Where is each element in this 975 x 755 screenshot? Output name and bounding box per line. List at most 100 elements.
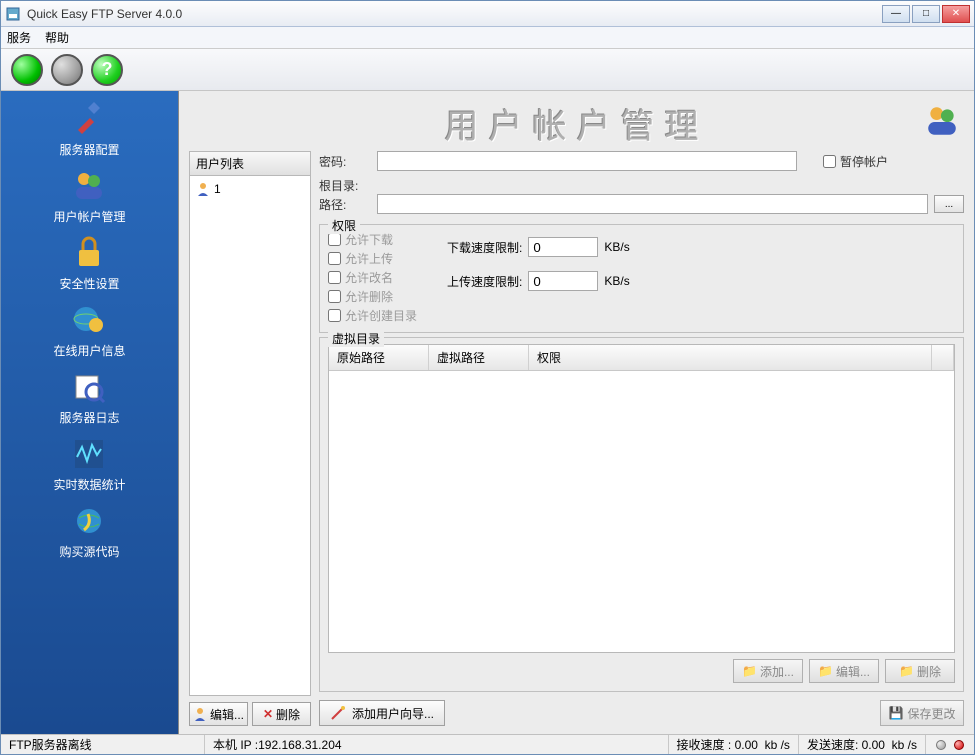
suspend-checkbox-input[interactable] [823, 155, 836, 168]
add-user-wizard-button[interactable]: 添加用户向导... [319, 700, 445, 726]
permissions-legend: 权限 [328, 217, 360, 234]
speed-unit: KB/s [604, 240, 629, 254]
wrench-icon [71, 101, 107, 137]
vdir-col-perm[interactable]: 权限 [529, 345, 932, 370]
status-tx: 发送速度: 0.00 kb /s [799, 735, 926, 754]
save-changes-button[interactable]: 💾 保存更改 [880, 700, 964, 726]
sidebar-item-realtime-stats[interactable]: 实时数据统计 [53, 436, 125, 493]
button-label: 添加用户向导... [352, 705, 434, 722]
vdir-col-virt[interactable]: 虚拟路径 [429, 345, 529, 370]
sidebar-item-server-config[interactable]: 服务器配置 [59, 101, 119, 158]
page-header: 用户帐户管理 [189, 99, 964, 147]
button-label: 编辑... [210, 706, 244, 723]
dl-speed-input[interactable] [528, 237, 598, 257]
start-server-button[interactable] [11, 54, 43, 86]
suspend-account-checkbox[interactable]: 暂停帐户 [823, 153, 888, 170]
toolbar: ? [1, 49, 974, 91]
menu-help[interactable]: 帮助 [45, 29, 69, 46]
delete-user-button[interactable]: ✕ 删除 [252, 702, 311, 726]
save-icon: 💾 [889, 706, 904, 720]
user-list[interactable]: 1 [189, 176, 311, 696]
users-icon [924, 103, 960, 142]
vdir-table[interactable]: 原始路径 虚拟路径 权限 [328, 344, 955, 653]
vdir-table-header: 原始路径 虚拟路径 权限 [329, 345, 954, 371]
permissions-fieldset: 权限 允许下载 允许上传 允许改名 允许删除 允许创建目录 [319, 224, 964, 333]
main-area: 服务器配置 用户帐户管理 安全性设置 在线用户信息 服务器日志 实时数据统计 [1, 91, 974, 734]
app-window: Quick Easy FTP Server 4.0.0 — □ ✕ 服务 帮助 … [0, 0, 975, 755]
button-label: 保存更改 [907, 705, 955, 722]
maximize-button[interactable]: □ [912, 5, 940, 23]
folder-icon: 📁 [899, 664, 914, 678]
globe-users-icon [71, 302, 107, 338]
perm-mkdir[interactable]: 允许创建目录 [328, 307, 417, 324]
led-stop-icon [954, 740, 964, 750]
lock-icon [71, 235, 107, 271]
globe-icon [71, 503, 107, 539]
sidebar-item-label: 购买源代码 [59, 543, 119, 560]
ul-speed-label: 上传速度限制: [447, 273, 522, 290]
delete-icon: ✕ [263, 707, 273, 721]
chart-icon [71, 436, 107, 472]
app-icon [5, 6, 21, 22]
browse-path-button[interactable]: ... [934, 195, 964, 213]
user-list-item[interactable]: 1 [194, 180, 306, 198]
vdir-edit-button[interactable]: 📁编辑... [809, 659, 879, 683]
users-icon [71, 168, 107, 204]
vdir-col-orig[interactable]: 原始路径 [329, 345, 429, 370]
status-leds [926, 735, 974, 754]
person-icon [196, 182, 210, 196]
sidebar-item-label: 实时数据统计 [53, 476, 125, 493]
status-ip: 本机 IP :192.168.31.204 [205, 735, 669, 754]
status-rx: 接收速度 : 0.00 kb /s [669, 735, 799, 754]
status-bar: FTP服务器离线 本机 IP :192.168.31.204 接收速度 : 0.… [1, 734, 974, 754]
edit-user-button[interactable]: 编辑... [189, 702, 248, 726]
close-button[interactable]: ✕ [942, 5, 970, 23]
menu-bar: 服务 帮助 [1, 27, 974, 49]
sidebar-item-label: 安全性设置 [59, 275, 119, 292]
stop-server-button[interactable] [51, 54, 83, 86]
menu-service[interactable]: 服务 [7, 29, 31, 46]
folder-icon: 📁 [742, 664, 757, 678]
minimize-button[interactable]: — [882, 5, 910, 23]
user-name: 1 [214, 182, 221, 196]
status-server-state: FTP服务器离线 [1, 735, 205, 754]
path-input[interactable] [377, 194, 928, 214]
rootdir-label: 根目录: [319, 177, 371, 194]
sidebar-item-label: 服务器日志 [59, 409, 119, 426]
dl-speed-label: 下载速度限制: [447, 239, 522, 256]
user-list-panel: 用户列表 1 编辑... ✕ 删 [189, 151, 311, 726]
page-title: 用户帐户管理 [445, 99, 709, 148]
sidebar-item-security[interactable]: 安全性设置 [59, 235, 119, 292]
sidebar-item-server-log[interactable]: 服务器日志 [59, 369, 119, 426]
path-label: 路径: [319, 196, 371, 213]
content-panel: 用户帐户管理 用户列表 1 编辑.. [179, 91, 974, 734]
title-bar: Quick Easy FTP Server 4.0.0 — □ ✕ [1, 1, 974, 27]
perm-upload[interactable]: 允许上传 [328, 250, 417, 267]
led-idle-icon [936, 740, 946, 750]
perm-delete[interactable]: 允许删除 [328, 288, 417, 305]
vdir-legend: 虚拟目录 [328, 330, 384, 347]
user-form: 密码: 暂停帐户 根目录: 路径: ... [319, 151, 964, 726]
help-button[interactable]: ? [91, 54, 123, 86]
sidebar-item-label: 服务器配置 [59, 141, 119, 158]
checkbox-label: 暂停帐户 [840, 153, 888, 170]
vdir-delete-button[interactable]: 📁删除 [885, 659, 955, 683]
virtual-dir-fieldset: 虚拟目录 原始路径 虚拟路径 权限 📁添加... 📁编辑... [319, 337, 964, 692]
button-label: 删除 [276, 706, 300, 723]
password-label: 密码: [319, 153, 371, 170]
sidebar-item-label: 用户帐户管理 [53, 208, 125, 225]
sidebar-item-user-accounts[interactable]: 用户帐户管理 [53, 168, 125, 225]
person-icon [193, 707, 207, 721]
sidebar-item-online-users[interactable]: 在线用户信息 [53, 302, 125, 359]
speed-unit: KB/s [604, 274, 629, 288]
ul-speed-input[interactable] [528, 271, 598, 291]
perm-rename[interactable]: 允许改名 [328, 269, 417, 286]
log-icon [71, 369, 107, 405]
wand-icon [330, 705, 346, 721]
folder-icon: 📁 [818, 664, 833, 678]
vdir-add-button[interactable]: 📁添加... [733, 659, 803, 683]
sidebar-item-buy-source[interactable]: 购买源代码 [59, 503, 119, 560]
user-list-header: 用户列表 [189, 151, 311, 176]
sidebar-item-label: 在线用户信息 [53, 342, 125, 359]
password-input[interactable] [377, 151, 797, 171]
